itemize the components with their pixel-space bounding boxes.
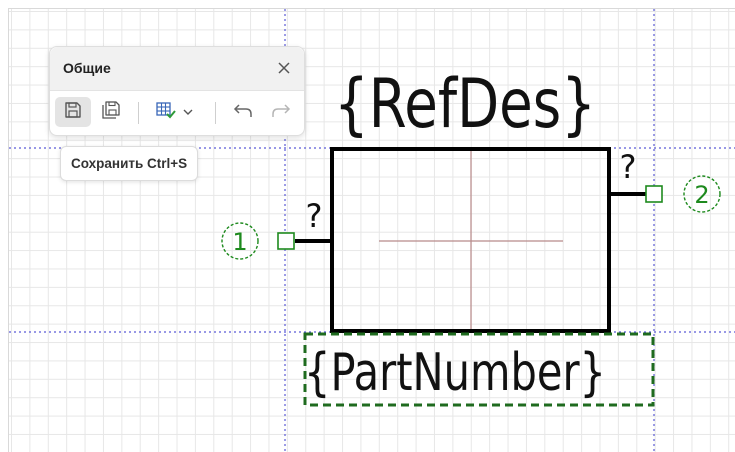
toolbar-separator: [215, 102, 216, 124]
save-as-button[interactable]: [93, 97, 129, 127]
pin-2-number: 2: [694, 181, 709, 209]
part-number-text[interactable]: {PartNumber}: [304, 343, 606, 403]
table-check-icon: [155, 100, 177, 125]
chevron-down-icon: [183, 103, 193, 121]
origin-cross: [379, 151, 563, 329]
panel-header[interactable]: Общие: [50, 47, 304, 91]
close-icon[interactable]: [272, 56, 296, 80]
save-icon: [63, 100, 83, 125]
save-as-icon: [101, 100, 121, 125]
pin-2-connector[interactable]: [645, 185, 663, 203]
refdes-text[interactable]: {RefDes}: [334, 65, 596, 144]
pin-2-name[interactable]: ?: [620, 148, 637, 186]
pin-1-connector[interactable]: [277, 232, 295, 250]
pin-1-name[interactable]: ?: [306, 197, 323, 235]
save-button[interactable]: [55, 97, 91, 127]
undo-icon: [232, 101, 254, 124]
redo-button[interactable]: [264, 97, 298, 127]
undo-button[interactable]: [226, 97, 260, 127]
table-dropdown-button[interactable]: [146, 97, 202, 127]
panel-title: Общие: [63, 60, 111, 76]
pin-1-number: 1: [232, 228, 247, 256]
save-tooltip: Сохранить Ctrl+S: [60, 146, 199, 181]
redo-icon: [270, 101, 292, 124]
toolbar-separator: [138, 102, 139, 124]
general-toolbar-panel[interactable]: Общие: [49, 46, 305, 136]
